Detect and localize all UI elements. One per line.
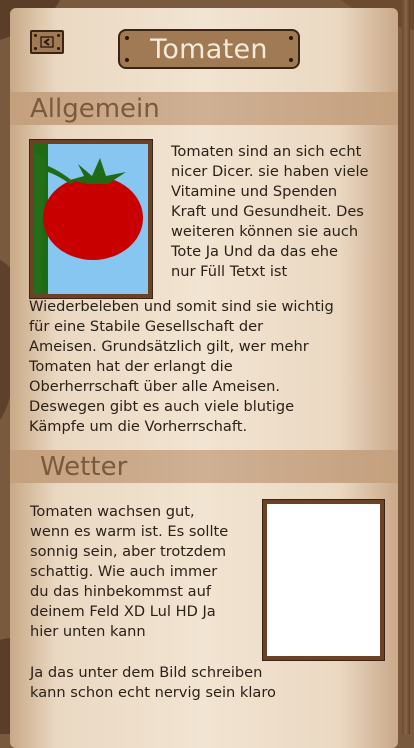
text-line: weiteren können sie auch [171,223,359,240]
nail [34,47,37,50]
tomato-illustration [34,144,148,294]
general-text-beside-image: Tomaten sind an sich echt nicer Dicer. s… [171,142,368,282]
text-line: Kämpfe um die Vorherrschaft. [29,418,248,435]
nail [34,34,37,37]
nail [57,34,60,37]
section-header-general: Allgemein [10,92,398,125]
text-line: du das hinbekommst auf [30,583,211,600]
text-line: wenn es warm ist. Es sollte [30,523,229,540]
text-line: schattig. Wie auch immer [30,563,218,580]
text-line: hier unten kann [30,623,146,640]
title-plate: Tomaten [118,29,300,69]
chevron-left-icon [40,36,54,48]
nail [289,36,293,40]
text-line: kann schon echt nervig sein klaro [30,684,276,701]
weather-text-main: Tomaten wachsen gut, wenn es warm ist. E… [30,502,228,642]
text-line: deinem Feld XD Lul HD Ja [30,603,216,620]
text-line: nicer Dicer. sie haben viele [171,163,369,180]
text-line: Deswegen gibt es auch viele blutige [29,398,295,415]
nail [57,47,60,50]
section-header-weather: Wetter [10,450,398,483]
text-line: Tomaten sind an sich echt [171,143,362,160]
text-line: sonnig sein, aber trotzdem [30,543,227,560]
section-title-general: Allgemein [30,93,160,124]
text-line: Oberherrschaft über alle Ameisen. [29,378,281,395]
text-line: für eine Stabile Gesellschaft der [29,318,264,335]
text-line: Vitamine und Spenden [171,183,338,200]
page-title: Tomaten [150,33,268,65]
tomato-image-frame [29,139,153,299]
text-line: Tote Ja Und da das ehe [171,243,338,260]
text-line: nur Füll Tetxt ist [171,263,288,280]
nail [289,58,293,62]
text-line: Ameisen. Grundsätzlich gilt, wer mehr [29,338,309,355]
nail [125,36,129,40]
scrollbar-rail[interactable] [402,0,410,734]
text-line: Wiederbeleben und somit sind sie wichtig [29,298,334,315]
general-text-below-image: Wiederbeleben und somit sind sie wichtig… [29,297,334,437]
section-title-weather: Wetter [40,451,128,482]
text-line: Tomaten wachsen gut, [30,503,195,520]
back-button[interactable] [30,30,64,54]
text-line: Tomaten hat der erlangt die [29,358,233,375]
text-line: Kraft und Gesundheit. Des [171,203,364,220]
weather-text-footer: Ja das unter dem Bild schreiben kann sch… [30,663,276,703]
weather-image-frame [262,499,385,661]
nail [125,58,129,62]
text-line: Ja das unter dem Bild schreiben [30,664,263,681]
